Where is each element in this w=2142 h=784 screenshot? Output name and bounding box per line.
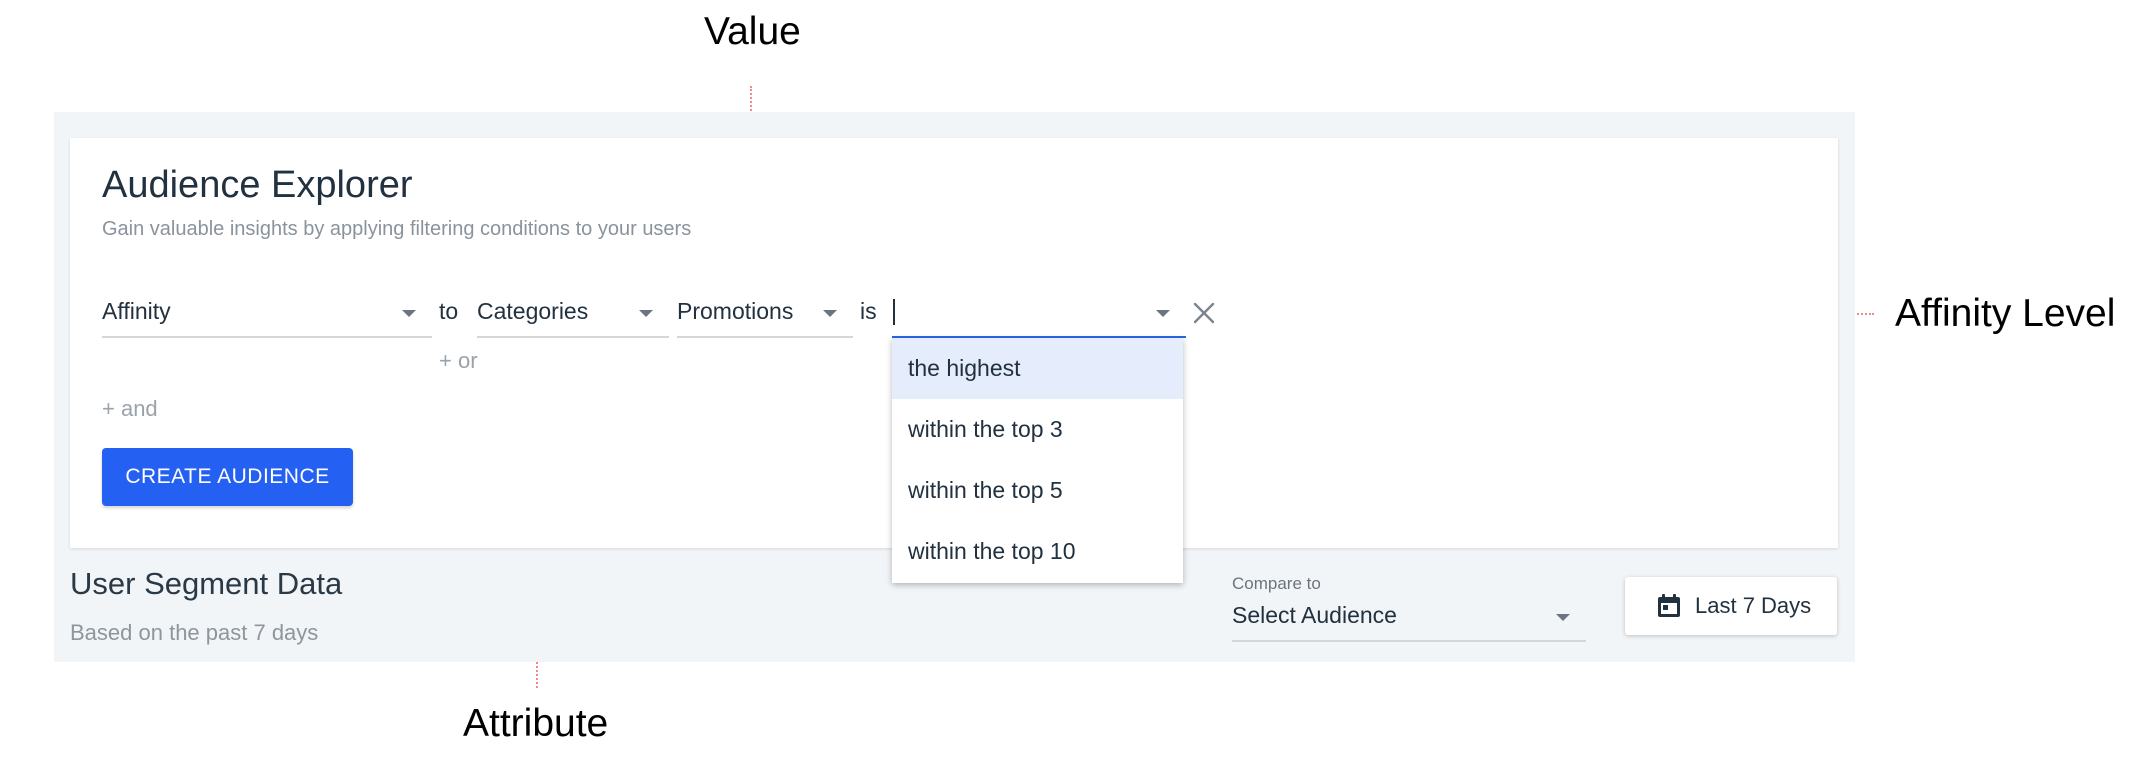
annotation-affinity-level-label: Affinity Level (1895, 292, 2116, 335)
chevron-down-icon (1156, 310, 1170, 317)
chevron-down-icon (402, 310, 416, 317)
date-range-label: Last 7 Days (1695, 593, 1812, 618)
affinity-level-select[interactable] (892, 296, 1186, 338)
chevron-down-icon (639, 310, 653, 317)
add-or-link[interactable]: + or (439, 348, 478, 374)
menu-item[interactable]: within the top 3 (892, 399, 1183, 460)
chevron-down-icon (1556, 614, 1570, 621)
attribute-select-value: Categories (477, 298, 589, 324)
compare-audience-value: Select Audience (1232, 602, 1397, 628)
attribute-select[interactable]: Categories (477, 296, 669, 338)
calendar-icon (1658, 594, 1680, 617)
annotation-value-label: Value (704, 10, 801, 53)
value-select[interactable]: Promotions (677, 296, 853, 338)
page-title: Audience Explorer (102, 164, 413, 206)
close-icon[interactable] (1190, 299, 1218, 327)
text-cursor (893, 299, 895, 325)
annotation-attribute-label: Attribute (463, 702, 609, 745)
is-label: is (860, 298, 877, 324)
create-audience-button[interactable]: CREATE AUDIENCE (102, 448, 353, 506)
add-and-link[interactable]: + and (102, 396, 158, 422)
to-label: to (439, 298, 459, 324)
chevron-down-icon (823, 310, 837, 317)
page-subtitle: Gain valuable insights by applying filte… (102, 218, 692, 240)
type-select[interactable]: Affinity (102, 296, 432, 338)
value-select-value: Promotions (677, 298, 794, 324)
date-range-button[interactable]: Last 7 Days (1625, 577, 1837, 635)
compare-to-label: Compare to (1232, 574, 1321, 593)
type-select-value: Affinity (102, 298, 171, 324)
menu-item[interactable]: within the top 5 (892, 460, 1183, 521)
affinity-level-menu: the highest within the top 3 within the … (892, 338, 1183, 583)
menu-item[interactable]: within the top 10 (892, 521, 1183, 582)
segment-subtitle: Based on the past 7 days (70, 620, 319, 645)
segment-title: User Segment Data (70, 566, 343, 601)
compare-audience-select[interactable]: Select Audience (1232, 600, 1586, 642)
menu-item[interactable]: the highest (892, 338, 1183, 399)
create-audience-button-label: CREATE AUDIENCE (125, 465, 330, 488)
